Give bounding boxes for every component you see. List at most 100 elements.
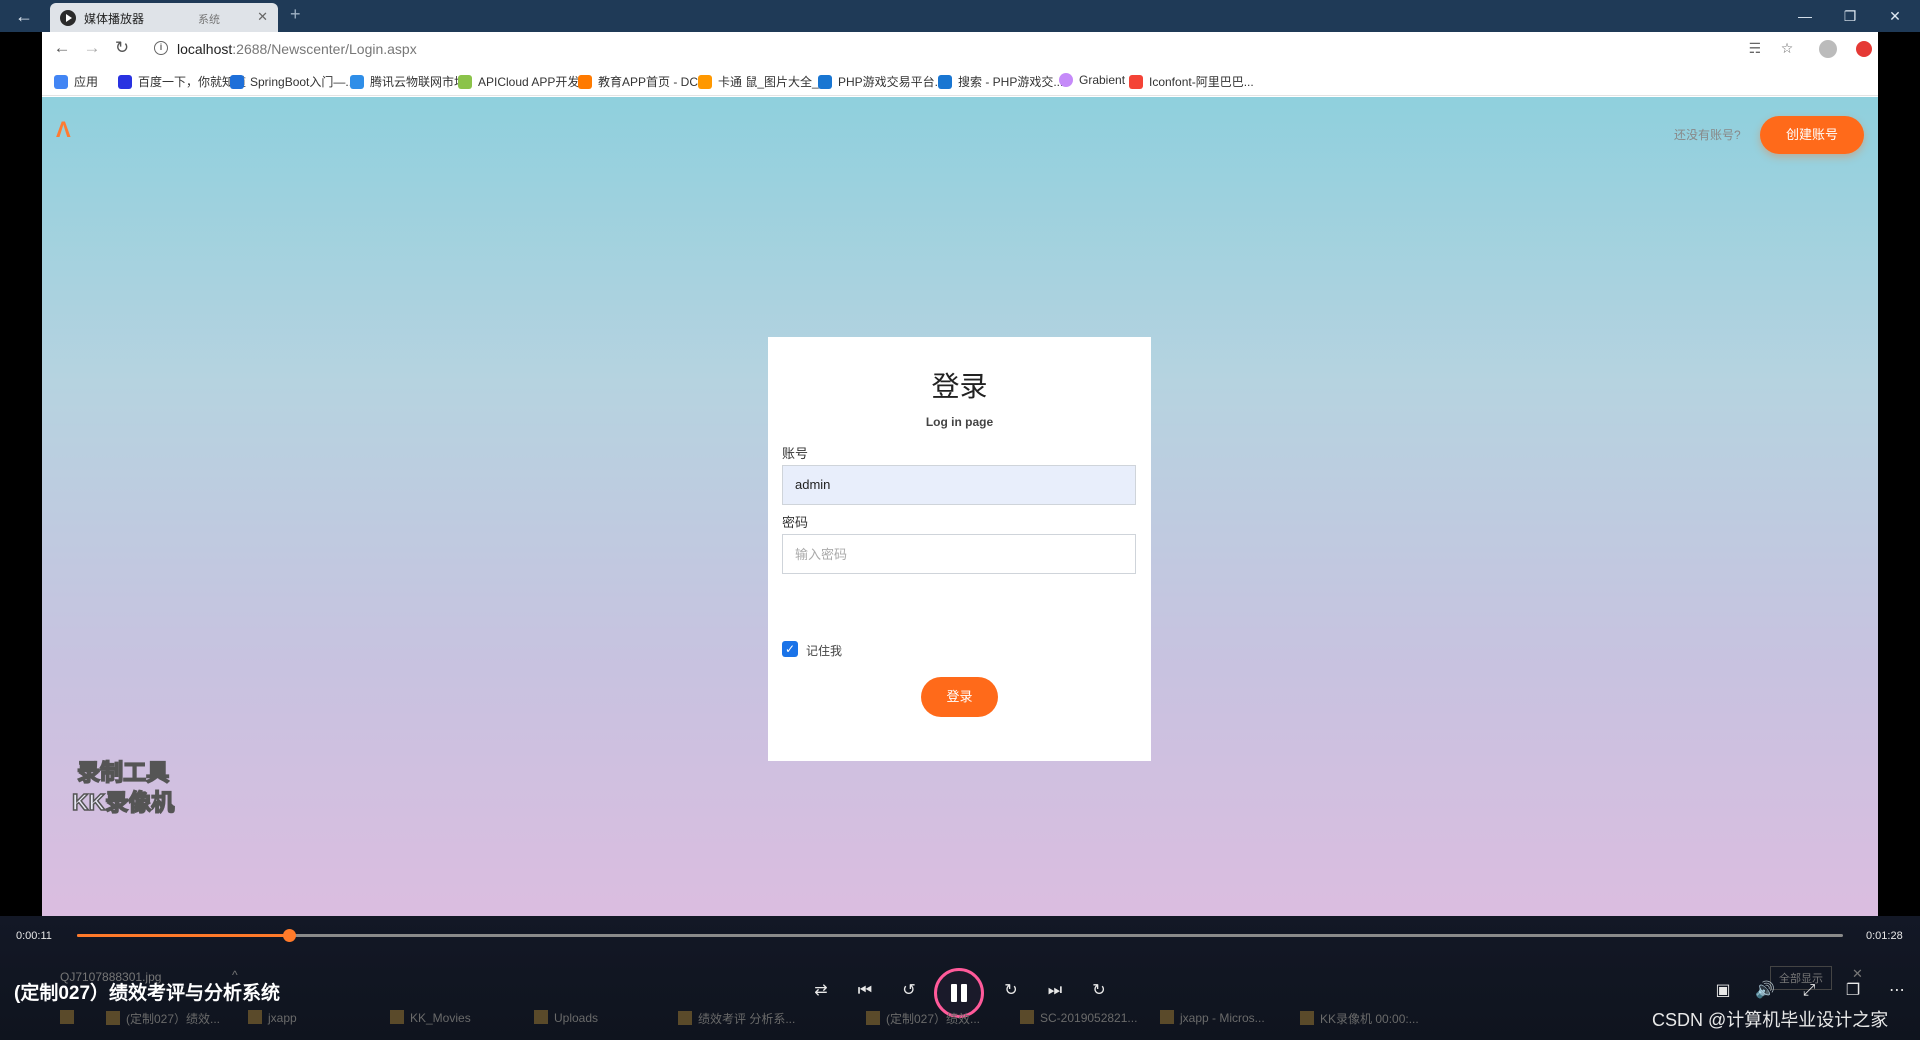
star-icon[interactable]: ☆ xyxy=(1777,40,1797,57)
bookmark-item[interactable]: PHP游戏交易平台... xyxy=(818,73,945,90)
tab-title: 媒体播放器 xyxy=(84,12,145,26)
watermark-line1: 录制工具 xyxy=(76,758,170,786)
taskbar-item: KK录像机 00:00:... xyxy=(1300,1010,1419,1027)
bookmark-item[interactable]: 腾讯云物联网市场 xyxy=(350,73,466,90)
bookmark-icon xyxy=(818,75,832,89)
bookmark-label: 腾讯云物联网市场 xyxy=(370,75,467,89)
taskbar-item: 绩效考评 分析系... xyxy=(678,1010,795,1027)
account-label: 账号 xyxy=(782,446,809,461)
password-input[interactable] xyxy=(782,534,1136,574)
taskbar-label: jxapp - Micros... xyxy=(1180,1011,1265,1025)
taskbar-label: jxapp xyxy=(268,1011,297,1025)
forward-icon[interactable]: → xyxy=(80,38,104,58)
url-host: localhost xyxy=(177,41,233,57)
login-card: 登录 Log in page 账号 admin 密码 ✓ 记住我 登录 xyxy=(768,337,1151,761)
apps-grid-icon xyxy=(54,75,68,89)
grabient-icon xyxy=(1059,73,1073,87)
taskbar-label: (定制027）绩效... xyxy=(886,1012,981,1026)
tool-icon xyxy=(1020,1010,1034,1024)
taskbar-item: Uploads xyxy=(534,1010,598,1025)
bookmark-item[interactable]: 应用 xyxy=(54,73,98,90)
total-time: 0:01:28 xyxy=(1866,930,1903,942)
bookmark-label: 搜索 - PHP游戏交... xyxy=(958,75,1064,89)
bookmark-item[interactable]: Iconfont-阿里巴巴... xyxy=(1129,73,1254,90)
password-label: 密码 xyxy=(782,515,809,530)
new-tab-icon[interactable]: + xyxy=(290,4,301,25)
baidu-icon xyxy=(118,75,132,89)
player-controls: 0:00:11 0:01:28 QJ7107888301.jpg ^ 全部显示 … xyxy=(0,916,1920,1040)
taskbar-item: SC-2019052821... xyxy=(1020,1010,1137,1025)
remember-me-checkbox[interactable]: ✓ xyxy=(782,641,798,657)
taskbar-label: SC-2019052821... xyxy=(1040,1011,1138,1025)
site-logo[interactable]: Λ xyxy=(56,117,71,143)
restore-icon[interactable]: ❐ xyxy=(1835,4,1865,28)
address-bar: ← → ↻ i localhost:2688/Newscenter/Login.… xyxy=(42,32,1878,66)
remember-me-label: 记住我 xyxy=(806,644,843,658)
create-account-button[interactable]: 创建账号 xyxy=(1760,116,1864,154)
bookmark-item[interactable]: Grabient xyxy=(1059,73,1125,87)
cloud-icon xyxy=(350,75,364,89)
csdn-watermark: CSDN @计算机毕业设计之家 xyxy=(1652,1010,1889,1030)
profile-avatar-icon[interactable] xyxy=(1819,40,1837,58)
progress-knob[interactable] xyxy=(282,929,296,942)
taskbar-item: jxapp xyxy=(248,1010,297,1025)
taskbar-label: KK录像机 00:00:... xyxy=(1320,1012,1419,1026)
taskbar-item: (定制027）绩效... xyxy=(866,1010,980,1027)
login-page: Λ 还没有账号? 创建账号 登录 Log in page 账号 admin 密码… xyxy=(42,97,1878,916)
taskbar-label: KK_Movies xyxy=(410,1011,471,1025)
progress-bar[interactable] xyxy=(77,929,1843,942)
taskbar-item: KK_Movies xyxy=(390,1010,471,1025)
url-path: :2688/Newscenter/Login.aspx xyxy=(232,41,417,57)
bookmark-item[interactable]: 卡通 鼠_图片大全_... xyxy=(698,73,829,90)
minimize-icon[interactable]: — xyxy=(1790,4,1820,28)
taskbar-label: (定制027）绩效... xyxy=(126,1012,221,1026)
bookmark-item[interactable]: SpringBoot入门—... xyxy=(230,73,355,90)
folder-icon xyxy=(390,1010,404,1024)
recorder-icon xyxy=(1300,1011,1314,1025)
bookmark-label: APICloud APP开发... xyxy=(478,75,590,89)
site-info-icon[interactable]: i xyxy=(154,41,168,55)
url-field[interactable]: localhost:2688/Newscenter/Login.aspx xyxy=(177,41,417,57)
recorder-watermark: 录制工具 KK录像机 xyxy=(71,757,175,817)
bookmark-label: 卡通 鼠_图片大全_... xyxy=(718,75,829,89)
visual-studio-icon xyxy=(1160,1010,1174,1024)
account-input[interactable]: admin xyxy=(782,465,1136,505)
bookmark-icon xyxy=(938,75,952,89)
bookmark-item[interactable]: 百度一下，你就知道 xyxy=(118,73,246,90)
login-button[interactable]: 登录 xyxy=(921,677,998,717)
folder-icon xyxy=(534,1010,548,1024)
bookmark-label: PHP游戏交易平台... xyxy=(838,75,945,89)
apicloud-icon xyxy=(458,75,472,89)
bookmark-item[interactable]: 教育APP首页 - DCl... xyxy=(578,73,711,90)
chrome-icon xyxy=(678,1011,692,1025)
close-window-icon[interactable]: ✕ xyxy=(1880,4,1910,28)
reload-icon[interactable]: ↻ xyxy=(110,38,134,58)
folder-icon xyxy=(248,1010,262,1024)
bookmark-label: Iconfont-阿里巴巴... xyxy=(1149,75,1254,89)
bookmark-icon xyxy=(578,75,592,89)
windows-start-icon xyxy=(60,1010,74,1024)
taskbar-label: Uploads xyxy=(554,1011,599,1025)
extension-icon[interactable] xyxy=(1856,41,1872,57)
bookmark-item[interactable]: 搜索 - PHP游戏交... xyxy=(938,73,1063,90)
progress-fill xyxy=(77,934,289,937)
bookmarks-bar: 应用 百度一下，你就知道 SpringBoot入门—... 腾讯云物联网市场 A… xyxy=(42,66,1878,96)
back-icon[interactable]: ← xyxy=(50,38,74,58)
bookmark-icon xyxy=(230,75,244,89)
login-subtitle: Log in page xyxy=(925,415,994,429)
no-account-text: 还没有账号? xyxy=(1674,128,1741,142)
close-tab-icon[interactable]: ✕ xyxy=(257,9,268,25)
back-arrow-icon[interactable]: ← xyxy=(10,4,38,28)
bookmark-label: Grabient xyxy=(1079,73,1126,87)
taskbar-item: jxapp - Micros... xyxy=(1160,1010,1265,1025)
translate-icon[interactable]: ☴ xyxy=(1745,40,1765,57)
taskbar-item xyxy=(60,1010,80,1025)
bookmark-item[interactable]: APICloud APP开发... xyxy=(458,73,589,90)
bookmark-label: 教育APP首页 - DCl... xyxy=(598,75,711,89)
browser-tab[interactable]: 媒体播放器 系统 ✕ xyxy=(50,3,278,32)
browser-window: ← → ↻ i localhost:2688/Newscenter/Login.… xyxy=(42,32,1878,916)
iconfont-icon xyxy=(1129,75,1143,89)
folder-icon xyxy=(106,1011,120,1025)
tab-subtitle: 系统 xyxy=(198,14,220,26)
taskbar-label: 绩效考评 分析系... xyxy=(698,1012,796,1026)
